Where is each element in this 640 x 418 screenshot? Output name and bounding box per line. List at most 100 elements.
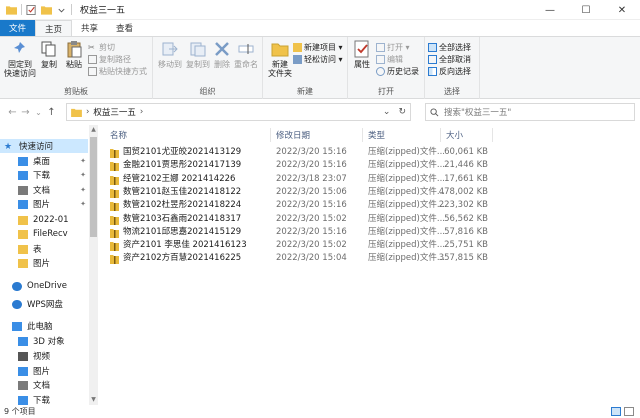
ribbon: 固定到 快速访问 复制 粘贴 ✂ 剪切 复制路径 粘贴快捷方式 剪贴板 移动到 … (0, 36, 640, 99)
column-header-name[interactable]: 名称 (110, 128, 127, 142)
file-row[interactable]: 资产2102方百慧2021416225 2022/3/20 15:04 压缩(zip… (110, 252, 490, 265)
file-row[interactable]: 数管2103石鑫雨2021418317 2022/3/20 15:02 压缩(zip… (110, 213, 490, 226)
properties-button[interactable]: 属性 (351, 40, 373, 69)
desktop-icon (18, 156, 28, 166)
tab-file[interactable]: 文件 (0, 20, 36, 36)
scrollbar-thumb[interactable] (90, 137, 97, 237)
easy-access-button[interactable]: 轻松访问 ▾ (293, 54, 343, 65)
nav-item[interactable]: OneDrive (0, 279, 88, 293)
new-folder-button[interactable]: 新建 文件夹 (267, 40, 293, 78)
file-date: 2022/3/20 15:16 (276, 160, 347, 171)
column-divider[interactable] (440, 128, 441, 142)
nav-item-label: 图片 (33, 367, 51, 377)
copy-to-button[interactable]: 复制到 (185, 40, 211, 69)
column-divider[interactable] (270, 128, 271, 142)
large-icons-view-icon[interactable] (624, 407, 634, 416)
nav-item[interactable]: 下载 (0, 393, 88, 405)
move-to-button[interactable]: 移动到 (157, 40, 183, 69)
nav-item[interactable]: 表 (0, 242, 88, 256)
open-group: 属性 打开 ▾ 编辑 历史记录 打开 (348, 37, 425, 99)
breadcrumb-current[interactable]: 权益三一五 (93, 106, 136, 118)
edit-button[interactable]: 编辑 (376, 54, 403, 65)
tab-view[interactable]: 查看 (107, 20, 142, 36)
column-divider[interactable] (492, 128, 493, 142)
file-row[interactable]: 数管2102杜昱彤2021418224 2022/3/20 15:16 压缩(zip… (110, 199, 490, 212)
nav-item[interactable]: 图片 ✦ (0, 197, 88, 211)
cut-button[interactable]: ✂ 剪切 (88, 42, 115, 53)
pin-icon[interactable]: ✦ (80, 186, 86, 194)
new-item-button[interactable]: 新建项目 ▾ (293, 42, 343, 53)
rename-button[interactable]: 重命名 (233, 40, 259, 69)
pin-icon[interactable]: ✦ (80, 157, 86, 165)
invert-selection-button[interactable]: 反向选择 (428, 66, 471, 77)
nav-item[interactable]: 图片 (0, 364, 88, 378)
move-to-label: 移动到 (158, 60, 182, 69)
file-row[interactable]: 物流2101邱思嘉2021415129 2022/3/20 15:16 压缩(zip… (110, 226, 490, 239)
paste-button[interactable]: 粘贴 (62, 40, 86, 69)
nav-item-label: 图片 (33, 259, 51, 269)
nav-item[interactable]: 3D 对象 (0, 334, 88, 348)
nav-item[interactable]: 文档 ✦ (0, 183, 88, 197)
new-folder-icon[interactable] (41, 5, 52, 15)
column-header-size[interactable]: 大小 (446, 128, 463, 142)
properties-icon[interactable] (26, 4, 37, 15)
copy-button[interactable]: 复制 (38, 40, 60, 69)
file-size: 60,061 KB (444, 147, 488, 157)
open-button[interactable]: 打开 ▾ (376, 42, 410, 53)
pin-icon[interactable]: ✦ (80, 171, 86, 179)
up-button[interactable]: ↑ (45, 103, 58, 121)
nav-item[interactable]: 下载 ✦ (0, 168, 88, 182)
nav-item[interactable]: 图片 (0, 256, 88, 270)
pin-icon[interactable]: ✦ (80, 200, 86, 208)
nav-item-label: WPS网盘 (27, 300, 63, 310)
file-type: 压缩(zipped)文件... (368, 200, 445, 211)
close-button[interactable]: ✕ (604, 0, 640, 20)
file-size: 223,302 KB (438, 200, 488, 211)
folder-icon[interactable] (6, 5, 17, 15)
forward-button[interactable]: → (19, 103, 32, 121)
column-divider[interactable] (362, 128, 363, 142)
video-icon (18, 351, 28, 361)
maximize-button[interactable]: ☐ (568, 0, 604, 20)
nav-item[interactable]: WPS网盘 (0, 297, 88, 311)
paste-shortcut-button[interactable]: 粘贴快捷方式 (88, 66, 147, 77)
customize-toolbar-icon[interactable] (56, 5, 67, 15)
file-row[interactable]: 数管2101赵玉佳2021418122 2022/3/20 15:06 压缩(zip… (110, 186, 490, 199)
copy-path-button[interactable]: 复制路径 (88, 54, 131, 65)
history-button[interactable]: 历史记录 (376, 66, 419, 77)
nav-item[interactable]: 2022-01 (0, 213, 88, 227)
search-box[interactable]: 搜索"权益三一五" (425, 103, 635, 121)
tab-home[interactable]: 主页 (35, 20, 73, 36)
breadcrumb-separator: › (139, 107, 144, 117)
nav-item[interactable]: 桌面 ✦ (0, 154, 88, 168)
refresh-button[interactable]: ↻ (398, 107, 406, 117)
details-view-icon[interactable] (611, 407, 621, 416)
nav-item[interactable]: 文档 (0, 378, 88, 392)
scroll-down-arrow[interactable]: ▼ (89, 395, 98, 405)
back-button[interactable]: ← (6, 103, 19, 121)
delete-button[interactable]: 删除 (213, 40, 231, 69)
address-bar[interactable]: › 权益三一五 › ⌄ ↻ (66, 103, 411, 121)
document-icon (18, 380, 28, 390)
scroll-up-arrow[interactable]: ▲ (89, 125, 98, 135)
minimize-button[interactable]: — (532, 0, 568, 20)
column-header-type[interactable]: 类型 (368, 128, 385, 142)
nav-item[interactable]: FileRecv (0, 227, 88, 241)
file-name: 国贸2101尤亚皎2021413129 (123, 147, 242, 157)
select-none-button[interactable]: 全部取消 (428, 54, 471, 65)
column-header-date[interactable]: 修改日期 (276, 128, 310, 142)
address-dropdown-button[interactable]: ⌄ (383, 107, 391, 117)
file-row[interactable]: 金融2101贾思彤2021417139 2022/3/20 15:16 压缩(zip… (110, 159, 490, 172)
move-to-icon (162, 42, 178, 56)
pin-to-quick-access-button[interactable]: 固定到 快速访问 (4, 40, 36, 78)
navigation-pane-scrollbar[interactable]: ▲ ▼ (89, 125, 98, 405)
nav-item[interactable]: ★ 快速访问 (0, 139, 88, 153)
file-row[interactable]: 经管2102王娜 2021414226 2022/3/18 23:07 压缩(zip… (110, 173, 490, 186)
recent-locations-button[interactable]: ⌄ (32, 103, 45, 121)
tab-share[interactable]: 共享 (72, 20, 107, 36)
select-all-button[interactable]: 全部选择 (428, 42, 471, 53)
nav-item[interactable]: 此电脑 (0, 319, 88, 333)
file-row[interactable]: 资产2101 李思佳 2021416123 2022/3/20 15:02 压缩(z… (110, 239, 490, 252)
file-row[interactable]: 国贸2101尤亚皎2021413129 2022/3/20 15:16 压缩(zip… (110, 146, 490, 159)
nav-item[interactable]: 视频 (0, 349, 88, 363)
